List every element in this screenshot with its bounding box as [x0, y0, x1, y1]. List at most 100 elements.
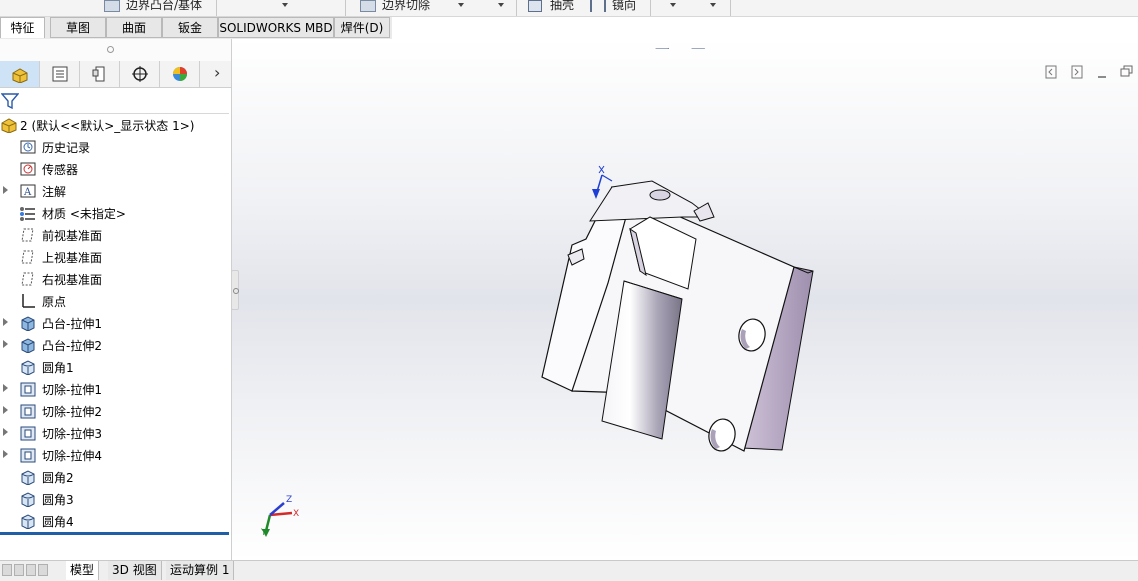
shell-icon	[528, 0, 542, 12]
next-tab-icon[interactable]	[26, 564, 36, 576]
panel-splitter[interactable]	[231, 270, 239, 310]
color-wheel-icon	[172, 67, 187, 81]
chevron-down-icon[interactable]	[498, 3, 504, 7]
tree-item-cut-extrude4[interactable]: 切除-拉伸4	[0, 444, 229, 466]
heads-up-toolbar	[655, 47, 706, 49]
chevron-down-icon[interactable]	[710, 3, 716, 7]
expand-arrow-icon[interactable]	[3, 318, 8, 326]
expand-arrow-icon[interactable]	[3, 340, 8, 348]
plane-icon	[19, 227, 37, 243]
dimxpert-manager-tab[interactable]	[120, 61, 160, 87]
tab-solidworks-mbd[interactable]: SOLIDWORKS MBD	[218, 17, 334, 38]
panel-grip[interactable]	[0, 39, 231, 62]
tree-filter[interactable]	[0, 87, 229, 114]
tab-sketch[interactable]: 草图	[50, 17, 106, 38]
expand-arrow-icon[interactable]	[3, 406, 8, 414]
minimize-icon[interactable]	[1094, 63, 1114, 83]
boundary-boss-button[interactable]: 边界凸台/基体	[126, 0, 202, 13]
chevron-down-icon[interactable]	[670, 3, 676, 7]
tab-features[interactable]: 特征	[0, 17, 45, 38]
property-list-icon	[52, 66, 67, 82]
tree-item-label: 2 (默认<<默认>_显示状态 1>)	[20, 119, 195, 133]
mirror-button[interactable]: 镜向	[612, 0, 636, 13]
sensor-icon	[19, 161, 37, 177]
boundary-boss-icon	[104, 0, 120, 12]
tree-item-label: 圆角1	[42, 361, 74, 375]
chevron-down-icon[interactable]	[458, 3, 464, 7]
part-model[interactable]	[532, 159, 832, 469]
last-tab-icon[interactable]	[38, 564, 48, 576]
tree-item-sensors[interactable]: 传感器	[0, 158, 229, 180]
tree-item-label: 前视基准面	[42, 229, 103, 243]
tree-item-annotations[interactable]: A 注解	[0, 180, 229, 202]
graphics-viewport[interactable]: Y X Z	[232, 39, 1138, 560]
tree-item-label: 注解	[42, 185, 67, 199]
restore-icon[interactable]	[1118, 63, 1138, 83]
fillet-icon	[19, 359, 37, 376]
tree-item-label: 圆角2	[42, 471, 74, 485]
tab-3d-views[interactable]: 3D 视图	[108, 561, 162, 580]
tree-item-boss-extrude1[interactable]: 凸台-拉伸1	[0, 312, 229, 334]
tab-motion-study-1[interactable]: 运动算例 1	[166, 561, 235, 580]
tree-item-origin[interactable]: 原点	[0, 290, 229, 312]
bottom-tab-bar: 模型 3D 视图 运动算例 1	[0, 560, 1138, 581]
tree-item-material[interactable]: 材质 <未指定>	[0, 202, 229, 224]
tree-item-label: 圆角3	[42, 493, 74, 507]
reference-triad-icon	[592, 165, 613, 199]
boundary-cut-button[interactable]: 边界切除	[382, 0, 430, 13]
cut-extrude-icon	[19, 381, 37, 397]
expand-arrow-icon[interactable]	[3, 186, 8, 194]
tree-item-part[interactable]: 2 (默认<<默认>_显示状态 1>)	[0, 114, 229, 136]
ribbon-command-row: 边界凸台/基体 边界切除 抽壳 镜向	[0, 0, 1138, 17]
configuration-manager-tab[interactable]	[80, 61, 120, 87]
expand-arrow-icon[interactable]	[3, 450, 8, 458]
boss-extrude-icon	[19, 337, 37, 354]
annotation-icon: A	[19, 183, 37, 199]
tab-model[interactable]: 模型	[66, 561, 100, 580]
feature-manager-tab[interactable]	[0, 61, 40, 87]
collapse-right-icon[interactable]	[1068, 63, 1088, 83]
tree-item-cut-extrude1[interactable]: 切除-拉伸1	[0, 378, 229, 400]
tree-item-label: 材质 <未指定>	[42, 207, 126, 221]
tree-item-boss-extrude2[interactable]: 凸台-拉伸2	[0, 334, 229, 356]
tab-surfaces[interactable]: 曲面	[106, 17, 162, 38]
tab-weldments[interactable]: 焊件(D)	[334, 17, 390, 38]
tab-sheet-metal[interactable]: 钣金	[162, 17, 218, 38]
property-manager-tab[interactable]	[40, 61, 80, 87]
feature-tree: 2 (默认<<默认>_显示状态 1>) 历史记录传感器 A 注解材质 <未指定> 前视基…	[0, 114, 229, 532]
cut-extrude-icon	[19, 447, 37, 463]
svg-text:A: A	[23, 187, 32, 198]
tree-item-right-plane[interactable]: 右视基准面	[0, 268, 229, 290]
expand-arrow-icon[interactable]	[3, 428, 8, 436]
triad-y-label: Y	[261, 528, 267, 538]
tree-item-history[interactable]: 历史记录	[0, 136, 229, 158]
first-tab-icon[interactable]	[2, 564, 12, 576]
fillet-icon	[19, 469, 37, 486]
crosshair-icon	[131, 66, 148, 82]
tree-item-label: 切除-拉伸2	[42, 405, 102, 419]
tree-item-fillet1[interactable]: 圆角1	[0, 356, 229, 378]
tree-item-front-plane[interactable]: 前视基准面	[0, 224, 229, 246]
chevron-down-icon[interactable]	[282, 3, 288, 7]
rollback-bar[interactable]	[0, 532, 229, 535]
tree-item-top-plane[interactable]: 上视基准面	[0, 246, 229, 268]
cut-extrude-icon	[19, 403, 37, 419]
shell-button[interactable]: 抽壳	[550, 0, 574, 13]
tree-item-fillet2[interactable]: 圆角2	[0, 466, 229, 488]
panel-tabs-more-icon[interactable]: ›	[214, 63, 220, 82]
command-manager-tabs: 特征 草图 曲面 钣金 SOLIDWORKS MBD 焊件(D)	[0, 17, 392, 39]
triad-x-label: X	[293, 509, 300, 519]
collapse-left-icon[interactable]	[1042, 63, 1062, 83]
tree-item-label: 凸台-拉伸1	[42, 317, 102, 331]
tree-item-cut-extrude3[interactable]: 切除-拉伸3	[0, 422, 229, 444]
mirror-icon	[590, 0, 606, 12]
tree-item-label: 历史记录	[42, 141, 91, 155]
previous-tab-icon[interactable]	[14, 564, 24, 576]
expand-arrow-icon[interactable]	[3, 384, 8, 392]
tree-item-label: 切除-拉伸4	[42, 449, 102, 463]
display-manager-tab[interactable]	[160, 61, 200, 87]
tree-item-fillet4[interactable]: 圆角4	[0, 510, 229, 532]
tree-item-cut-extrude2[interactable]: 切除-拉伸2	[0, 400, 229, 422]
tree-item-label: 凸台-拉伸2	[42, 339, 102, 353]
tree-item-fillet3[interactable]: 圆角3	[0, 488, 229, 510]
